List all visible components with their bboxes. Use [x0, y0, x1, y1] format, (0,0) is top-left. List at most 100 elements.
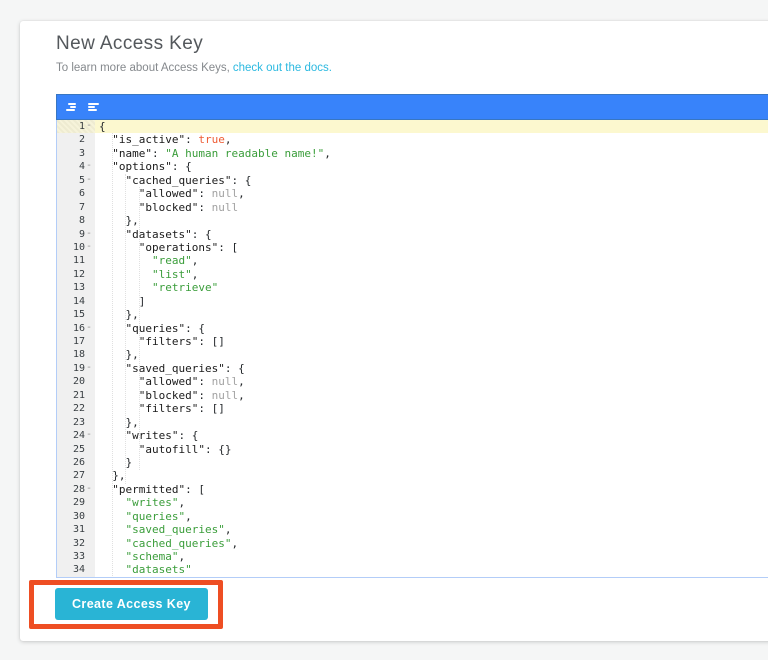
line-number: 29	[57, 496, 95, 510]
editor-line[interactable]: 5- "cached_queries": {	[57, 173, 768, 188]
code-line: "queries",	[125, 509, 192, 523]
editor-line[interactable]: 3 "name": "A human readable name!",	[57, 146, 768, 161]
code-line: "blocked": null	[138, 200, 239, 214]
editor-line[interactable]: 26 }	[57, 455, 768, 470]
line-number: 12	[57, 267, 95, 282]
line-number: 22	[57, 402, 95, 416]
code-line: },	[99, 415, 139, 429]
code-line: "schema",	[125, 550, 186, 563]
code-line: "options": {	[112, 160, 192, 174]
line-number: 19-	[57, 361, 95, 376]
line-number: 15	[57, 308, 95, 322]
code-line: "filters": []	[138, 402, 225, 416]
code-line: "datasets": {	[125, 227, 212, 241]
line-number: 27	[57, 469, 95, 483]
fold-toggle-icon[interactable]: -	[86, 173, 92, 186]
editor-toolbar	[56, 94, 768, 120]
fold-toggle-icon[interactable]: -	[86, 361, 92, 374]
fold-toggle-icon[interactable]: -	[86, 482, 92, 495]
code-line: "retrieve"	[151, 281, 219, 295]
editor-line[interactable]: 9- "datasets": {	[57, 227, 768, 241]
editor-line[interactable]: 24- "writes": {	[57, 428, 768, 443]
code-line: "writes",	[125, 496, 186, 510]
editor-line[interactable]: 29 "writes",	[57, 496, 768, 510]
page-subtitle: To learn more about Access Keys, check ou…	[56, 62, 768, 74]
code-line: ]	[99, 294, 146, 308]
line-number: 11	[57, 254, 95, 268]
editor-line[interactable]: 32 "cached_queries",	[57, 536, 768, 550]
line-number: 30	[57, 509, 95, 524]
line-number: 18	[57, 348, 95, 362]
code-line: "filters": []	[138, 335, 225, 348]
line-number: 32	[57, 536, 95, 550]
editor-line[interactable]: 12 "list",	[57, 267, 768, 282]
code-line: "permitted": [	[112, 482, 205, 496]
code-line: },	[99, 469, 126, 483]
page-title: New Access Key	[56, 33, 204, 54]
fold-toggle-icon[interactable]: -	[86, 159, 92, 172]
editor-line[interactable]: 11 "read",	[57, 254, 768, 268]
line-number: 25	[57, 442, 95, 456]
fold-toggle-icon[interactable]: -	[86, 227, 92, 240]
line-number: 17	[57, 335, 95, 349]
line-number: 3	[57, 146, 95, 161]
code-line: }	[99, 455, 133, 469]
editor-line[interactable]: 1-{	[57, 120, 768, 134]
line-number: 2	[57, 133, 95, 147]
line-number: 7	[57, 200, 95, 215]
line-number: 4-	[57, 159, 95, 174]
compact-json-icon[interactable]	[88, 101, 103, 113]
code-line: "allowed": null,	[138, 375, 245, 389]
subtitle-text: To learn more about Access Keys,	[56, 62, 230, 74]
line-number: 16-	[57, 321, 95, 335]
editor-line[interactable]: 15 },	[57, 308, 768, 322]
editor-line[interactable]: 16- "queries": {	[57, 321, 768, 335]
editor-line[interactable]: 10- "operations": [	[57, 240, 768, 255]
editor-line[interactable]: 28- "permitted": [	[57, 482, 768, 497]
editor-line[interactable]: 22 "filters": []	[57, 402, 768, 416]
editor-line[interactable]: 30 "queries",	[57, 509, 768, 524]
editor-line[interactable]: 33 "schema",	[57, 550, 768, 564]
editor-line[interactable]: 6 "allowed": null,	[57, 187, 768, 201]
code-line: "saved_queries",	[125, 523, 232, 537]
editor-line[interactable]: 14 ]	[57, 294, 768, 309]
code-line: "cached_queries",	[125, 536, 239, 550]
editor-line[interactable]: 20 "allowed": null,	[57, 375, 768, 389]
editor-line[interactable]: 7 "blocked": null	[57, 200, 768, 215]
docs-link[interactable]: check out the docs.	[233, 62, 332, 74]
editor-line[interactable]: 31 "saved_queries",	[57, 523, 768, 537]
line-number: 21	[57, 388, 95, 403]
code-line: {	[95, 120, 768, 134]
fold-toggle-icon[interactable]: -	[86, 240, 92, 253]
code-line: "blocked": null,	[138, 388, 245, 402]
code-line: },	[99, 214, 139, 228]
line-number: 14	[57, 294, 95, 309]
code-line: "saved_queries": {	[125, 361, 245, 375]
editor-line[interactable]: 27 },	[57, 469, 768, 483]
editor-line[interactable]: 13 "retrieve"	[57, 281, 768, 295]
create-access-key-button[interactable]: Create Access Key	[55, 588, 208, 620]
code-line: "read",	[151, 254, 199, 268]
fold-toggle-icon[interactable]: -	[86, 321, 92, 334]
line-number: 28-	[57, 482, 95, 497]
editor-line[interactable]: 17 "filters": []	[57, 335, 768, 349]
editor-line[interactable]: 2 "is_active": true,	[57, 133, 768, 147]
line-number: 20	[57, 375, 95, 389]
fold-toggle-icon[interactable]: -	[86, 428, 92, 441]
editor-line[interactable]: 4- "options": {	[57, 159, 768, 174]
editor-line[interactable]: 23 },	[57, 415, 768, 430]
editor-line[interactable]: 19- "saved_queries": {	[57, 361, 768, 376]
line-number: 26	[57, 455, 95, 470]
editor-line[interactable]: 25 "autofill": {}	[57, 442, 768, 456]
editor-code-area[interactable]: 1-{2 "is_active": true, 3 "name": "A huma…	[56, 120, 768, 578]
line-number: 5-	[57, 173, 95, 188]
code-line: "cached_queries": {	[125, 173, 252, 187]
format-json-icon[interactable]	[64, 101, 79, 113]
editor-line[interactable]: 8 },	[57, 214, 768, 228]
editor-line[interactable]: 18 },	[57, 348, 768, 362]
editor-line[interactable]: 34 "datasets"	[57, 563, 768, 577]
code-line: "name": "A human readable name!",	[112, 146, 331, 160]
editor-line[interactable]: 21 "blocked": null,	[57, 388, 768, 403]
code-line: "list",	[151, 267, 199, 281]
fold-toggle-icon[interactable]: -	[86, 120, 92, 132]
